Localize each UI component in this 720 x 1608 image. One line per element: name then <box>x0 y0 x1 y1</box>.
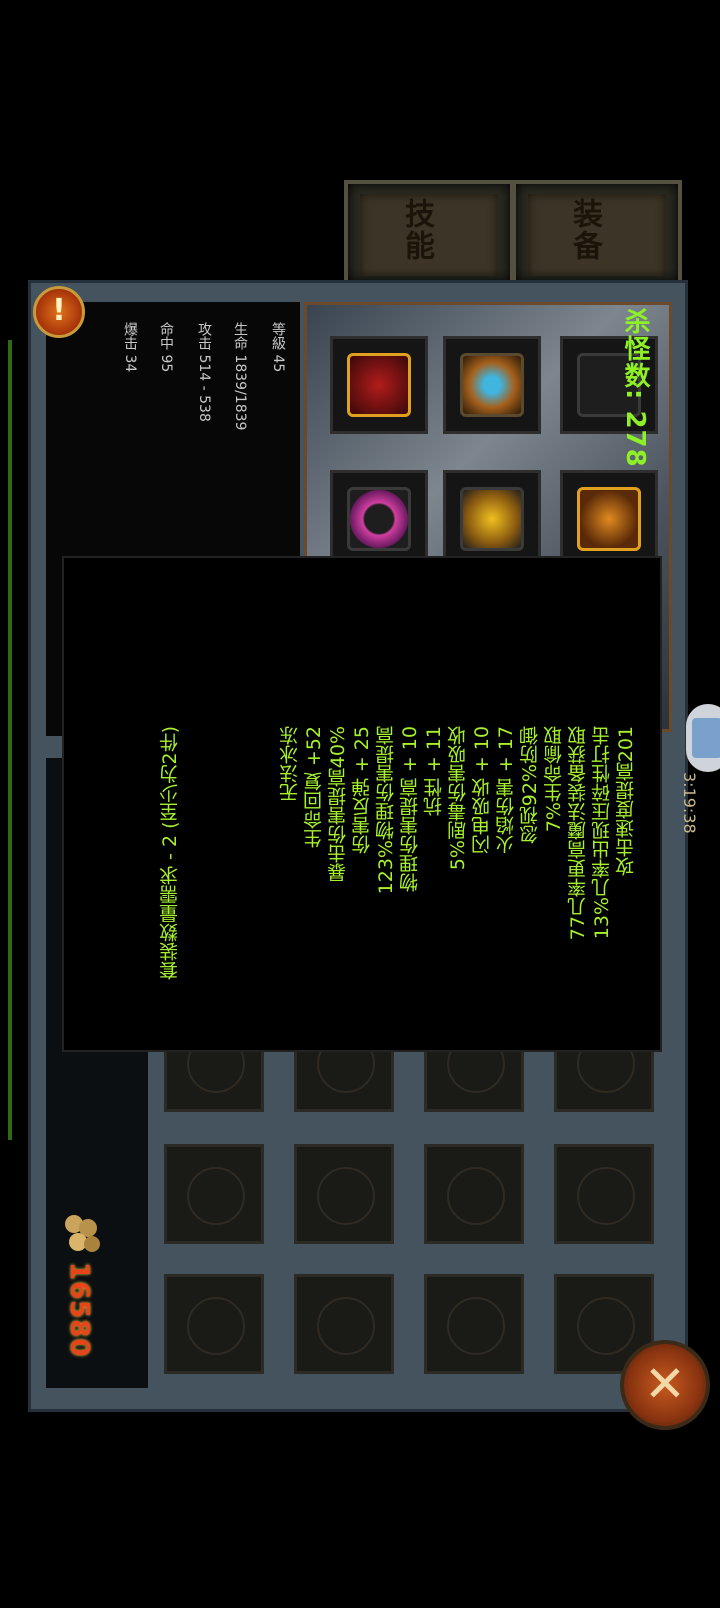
progress-bar <box>8 340 12 1140</box>
equip-slot-amulet[interactable] <box>443 336 541 434</box>
slot-ornament-icon <box>447 1167 505 1225</box>
slot-ornament-icon <box>317 1167 375 1225</box>
kill-count: 杀怪数: 278 <box>620 308 650 468</box>
tab-equipment-label: 装备 <box>567 198 602 262</box>
tab-equipment[interactable]: 装备 <box>512 180 682 284</box>
tooltip-line: 套装数量需求 - 2 (至少为2件) <box>159 726 181 980</box>
inventory-slot[interactable] <box>554 1144 654 1244</box>
slot-ornament-icon <box>577 1297 635 1355</box>
equip-slot-helmet[interactable] <box>560 470 658 568</box>
gold-coins-icon <box>65 1215 100 1252</box>
tooltip-line: 7%生命偷取 <box>543 726 565 833</box>
amulet-icon <box>460 353 524 417</box>
helmet-icon <box>577 487 641 551</box>
tab-skills[interactable]: 技能 <box>344 180 514 284</box>
slot-ornament-icon <box>577 1167 635 1225</box>
bracelet-icon <box>347 487 411 551</box>
slot-ornament-icon <box>187 1297 245 1355</box>
armor-icon <box>460 487 524 551</box>
tooltip-line: 火焰伤害 + 17 <box>495 726 517 855</box>
stat-attack: 攻击 514 - 538 <box>196 322 212 422</box>
stat-hp: 生命 1839/1839 <box>232 322 248 431</box>
tooltip-line: 无法冰冻 <box>279 726 301 802</box>
stat-hit: 命中 95 <box>158 322 174 373</box>
tooltip-line: 5%剧毒伤害吸收 <box>447 726 469 871</box>
tooltip-line: 暴击伤害提高40% <box>327 726 349 883</box>
equip-slot-armor[interactable] <box>443 470 541 568</box>
floating-menu-button[interactable] <box>686 704 720 772</box>
equip-slot-bracelet[interactable] <box>330 470 428 568</box>
tooltip-line: 攻击速度提高201 <box>615 726 637 877</box>
stat-crit: 爆击 34 <box>122 322 138 373</box>
tooltip-line: 伤害反弹 + 25 <box>351 726 373 855</box>
slot-ornament-icon <box>447 1297 505 1355</box>
tooltip-line: 77几率更高魔法装备获取 <box>567 726 589 941</box>
tooltip-line: 物理伤害提高 + 10 <box>399 726 421 893</box>
inventory-slot[interactable] <box>424 1144 524 1244</box>
gloves-icon <box>347 353 411 417</box>
cube-icon <box>692 718 720 758</box>
inventory-slot[interactable] <box>424 1274 524 1374</box>
clock: 3:19:38 <box>680 772 699 834</box>
slot-ornament-icon <box>187 1167 245 1225</box>
inventory-slot[interactable] <box>164 1274 264 1374</box>
gold-amount: 16580 <box>64 1262 94 1358</box>
tooltip-line: 抗性 + 11 <box>423 726 445 817</box>
inventory-slot[interactable] <box>294 1274 394 1374</box>
tab-skills-label: 技能 <box>399 198 434 262</box>
equip-slot-gloves[interactable] <box>330 336 428 434</box>
tooltip-line: 13%几率出现压碎性打击 <box>591 726 613 940</box>
alert-button[interactable]: ! <box>33 286 85 338</box>
inventory-slot[interactable] <box>164 1144 264 1244</box>
slot-ornament-icon <box>317 1297 375 1355</box>
tooltip-line: 生命回复 +52 <box>303 726 325 849</box>
tooltip-line: 忽视92%防御 <box>519 726 541 845</box>
inventory-slot[interactable] <box>294 1144 394 1244</box>
tooltip-line: 闪电吸收 + 10 <box>471 726 493 855</box>
close-button[interactable]: ✕ <box>620 1340 710 1430</box>
tooltip-line: 123%物理伤害提高 <box>375 726 397 895</box>
stat-level: 等級 45 <box>270 322 286 373</box>
